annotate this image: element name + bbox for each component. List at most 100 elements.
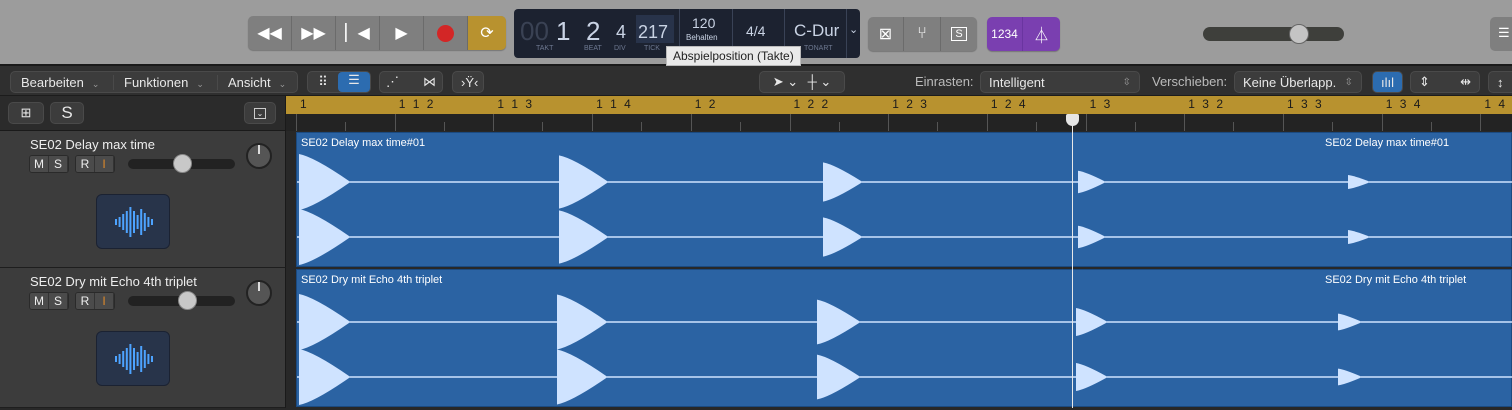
key-value[interactable]: C-Dur [794,21,839,41]
solo-s-icon: S [951,27,967,41]
grid-view-button[interactable]: ⠿ [308,74,338,90]
horizontal-zoom-icon[interactable]: ⇹ [1460,74,1471,90]
ruler-marker: 1 2 4 [990,97,1028,111]
extra-zoom-button[interactable]: ↕ [1488,71,1512,93]
record-enable-button[interactable]: R [76,293,95,309]
ruler-tick [592,114,594,131]
menu-ansicht[interactable]: Ansicht ⌄ [217,74,297,90]
mute-button[interactable]: M [30,156,49,172]
tempo-value[interactable]: 120 [692,15,715,31]
tracks-icon: ☰ [348,72,360,87]
list-editors-button[interactable]: ☰ [1490,17,1512,51]
catch-icon: ›Ϋ‹ [461,74,479,90]
audio-region[interactable]: SE02 Dry mit Echo 4th triplet SE02 Dry m… [296,269,1512,407]
ruler[interactable]: 1 1 1 2 1 1 3 1 1 4 1 2 1 2 2 1 2 3 1 2 4 1 3 1 3… [286,96,1512,131]
menu-bearbeiten[interactable]: Bearbeiten ⌄ [11,75,113,90]
volume-fader[interactable] [128,154,235,173]
pointer-tool-icon[interactable]: ➤ ⌄ [773,74,798,90]
record-enable-button[interactable]: R [76,156,95,172]
menu-group: Bearbeiten ⌄ Funktionen ⌄ Ansicht ⌄ [10,71,298,93]
cycle-icon: ⟳ [480,25,494,42]
track-name[interactable]: SE02 Delay max time [30,137,155,152]
div-label: DIV [614,45,626,52]
ruler-subtick [937,122,939,131]
view-toggle: ⠿ ☰ [307,71,371,93]
menu-funktionen[interactable]: Funktionen ⌄ [113,74,217,90]
ruler-tick [394,114,396,131]
drag-select[interactable]: Keine Überlapp. ⇳ [1234,71,1362,93]
metronome-icon: ⏃ [1033,28,1050,45]
lcd-chevron-icon[interactable]: ⌄ [849,23,858,36]
audio-track-icon [96,194,170,249]
solo-button[interactable]: S [49,293,68,309]
snap-select[interactable]: Intelligent ⇳ [980,71,1140,93]
volume-fader[interactable] [128,291,235,310]
ruler-tick [789,114,791,131]
ruler-tick [296,114,297,131]
automation-icon[interactable]: ⋰ [386,74,399,90]
slider-knob[interactable] [1289,24,1309,44]
vertical-zoom-icon[interactable]: ⇕ [1419,74,1430,90]
ruler-subtick [838,122,840,131]
tuning-fork-icon: ⑂ [917,25,927,42]
track-header[interactable]: SE02 Delay max time MS RI [0,131,286,268]
beat-value: 2 [586,16,601,46]
track-options-button[interactable]: ⌄ [244,102,276,124]
ruler-tick [1381,114,1383,131]
fader-knob[interactable] [178,291,197,310]
tooltip: Abspielposition (Takte) [666,46,801,66]
solo-mode-button[interactable]: S [941,17,977,51]
ruler-marker: 1 3 4 [1385,97,1423,111]
pan-knob[interactable] [246,280,272,306]
ruler-subtick [542,122,544,131]
count-in-button[interactable]: 1234 [987,17,1023,51]
input-monitor-button[interactable]: I [95,293,114,309]
transport-controls: ◀◀ ▶▶ ▏◀ ▶ ⟳ [248,16,506,50]
solo-button[interactable]: S [49,156,68,172]
audio-region[interactable]: SE02 Delay max time#01 SE02 Delay max ti… [296,132,1512,267]
drag-value: Keine Überlapp. [1243,74,1337,90]
snap-label: Einrasten: [915,74,974,89]
playhead[interactable] [1072,114,1073,408]
ruler-marker: 1 3 2 [1188,97,1225,111]
track-header[interactable]: SE02 Dry mit Echo 4th triplet MS RI [0,268,286,408]
tracks-view-button[interactable]: ☰ [338,72,370,92]
automation-buttons: ⋰ ⋈ [379,71,443,93]
ruler-marker: 1 2 2 [793,97,831,111]
input-monitor-button[interactable]: I [95,156,114,172]
rewind-button[interactable]: ◀◀ [248,16,292,50]
grid-icon: ⠿ [318,74,328,89]
metronome-button[interactable]: ⏃ [1023,17,1060,51]
ruler-tick [986,114,988,131]
tuner-button[interactable]: ⑂ [904,17,941,51]
time-signature[interactable]: 4/4 [746,23,765,39]
fast-forward-button[interactable]: ▶▶ [292,16,336,50]
track-header-toolbar: ⊞ S ⌄ [0,96,286,131]
tick-label: TICK [644,45,660,52]
ruler-subtick [1430,122,1432,131]
ruler-subtick [1233,122,1235,131]
ruler-tick [1480,114,1482,131]
flex-icon[interactable]: ⋈ [423,74,436,90]
ruler-marker: 1 2 3 [892,97,929,111]
fader-knob[interactable] [173,154,192,173]
track-name[interactable]: SE02 Dry mit Echo 4th triplet [30,274,197,289]
play-button[interactable]: ▶ [380,16,424,50]
waveform-icon: ılıl [1381,74,1394,90]
waveform-zoom-button[interactable]: ılıl [1372,71,1403,93]
mute-button[interactable]: M [30,293,49,309]
pan-knob[interactable] [246,143,272,169]
add-track-button[interactable]: ⊞ [8,102,44,124]
global-solo-button[interactable]: S [50,102,84,124]
ruler-marker: 1 [300,97,309,111]
ruler-tick [1283,114,1284,131]
add-track-icon: ⊞ [20,105,32,120]
low-latency-button[interactable]: ⊠ [868,17,904,51]
crosshair-tool-icon[interactable]: ┼ ⌄ [808,74,832,90]
catch-button[interactable]: ›Ϋ‹ [452,71,484,93]
go-to-start-button[interactable]: ▏◀ [336,16,380,50]
drag-label: Verschieben: [1152,74,1228,89]
cycle-button[interactable]: ⟳ [468,16,506,50]
master-volume-slider[interactable] [1203,24,1344,44]
record-button[interactable] [424,16,468,50]
